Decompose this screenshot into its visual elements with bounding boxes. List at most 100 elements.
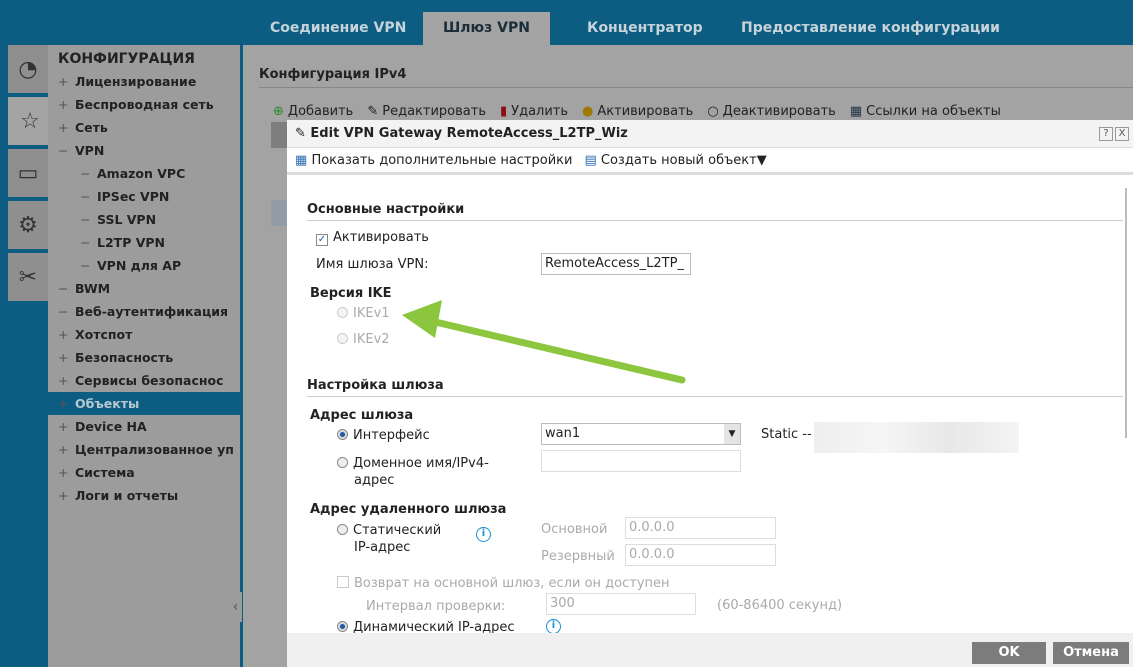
create-object-button[interactable]: ▤ Создать новый объект▼ xyxy=(584,153,766,168)
expand-marker-icon: − xyxy=(80,212,91,227)
sidebar-item[interactable]: − SSL VPN xyxy=(58,208,240,231)
main-toolbar: ⊕ Добавить ✎ Редактировать ▮ Удалить ● Актив… xyxy=(273,100,1133,122)
sidebar-item[interactable]: + Централизованное уп xyxy=(58,438,240,461)
static-ip-radio[interactable]: Статический IP-адрес xyxy=(337,522,441,556)
sidebar-item[interactable]: + Беспроводная сеть xyxy=(58,93,240,116)
domain-radio[interactable]: Доменное имя/IPv4- адрес xyxy=(337,455,489,489)
interval-hint: (60-86400 секунд) xyxy=(717,598,843,613)
add-button[interactable]: ⊕ Добавить xyxy=(273,104,353,119)
tab-config-provisioning[interactable]: Предоставление конфигурации xyxy=(721,12,1020,45)
expand-marker-icon: − xyxy=(58,281,69,296)
deactivate-button[interactable]: ○ Деактивировать xyxy=(707,104,836,119)
sidebar-item-label: Централизованное уп xyxy=(75,442,234,457)
sidebar-item-label: Логи и отчеты xyxy=(75,488,179,503)
sidebar-item[interactable]: + Хотспот xyxy=(58,323,240,346)
sidebar-item-label: IPSec VPN xyxy=(97,189,170,204)
sidebar-item[interactable]: + Лицензирование xyxy=(58,70,240,93)
ikev2-radio[interactable]: IKEv2 xyxy=(337,332,390,347)
object-references-button[interactable]: ▦ Ссылки на объекты xyxy=(850,104,1001,119)
tab-vpn-connection[interactable]: Соединение VPN xyxy=(250,12,426,45)
sidebar-item[interactable]: + Система xyxy=(58,461,240,484)
sidebar-item[interactable]: + Сеть xyxy=(58,116,240,139)
help-button[interactable]: ? xyxy=(1099,127,1113,141)
tab-concentrator[interactable]: Концентратор xyxy=(567,12,723,45)
interval-label: Интервал проверки: xyxy=(366,599,506,614)
ok-button[interactable]: OK xyxy=(972,642,1046,664)
sidebar-item[interactable]: − BWM xyxy=(58,277,240,300)
monitor-icon[interactable]: ▭ xyxy=(8,149,48,197)
collapse-sidebar-button[interactable]: ‹ xyxy=(229,592,242,622)
activate-button[interactable]: ● Активировать xyxy=(582,104,693,119)
interface-radio[interactable]: Интерфейс xyxy=(337,428,430,443)
sidebar-item-label: L2TP VPN xyxy=(97,235,165,250)
sidebar-item[interactable]: + Безопасность xyxy=(58,346,240,369)
sidebar-item[interactable]: − IPSec VPN xyxy=(58,185,240,208)
interval-input[interactable]: 300 xyxy=(546,593,696,615)
sidebar-item[interactable]: − VPN для AP xyxy=(58,254,240,277)
sidebar-item-label: Беспроводная сеть xyxy=(75,97,214,112)
sidebar: КОНФИГУРАЦИЯ + Лицензирование + Беспроводна… xyxy=(48,45,240,667)
sidebar-item[interactable]: + Объекты xyxy=(48,392,240,415)
close-button[interactable]: X xyxy=(1115,127,1129,141)
domain-input[interactable] xyxy=(541,450,741,472)
sidebar-item[interactable]: + Сервисы безопаснос xyxy=(58,369,240,392)
sidebar-item[interactable]: − Веб-аутентификация xyxy=(58,300,240,323)
radio-selected-icon xyxy=(337,621,348,632)
expand-marker-icon: − xyxy=(80,235,91,250)
basic-settings-header: Основные настройки xyxy=(307,202,1123,221)
sidebar-item[interactable]: + Логи и отчеты xyxy=(58,484,240,507)
static-ip-label: Static -- xyxy=(761,427,812,442)
sidebar-item[interactable]: − L2TP VPN xyxy=(58,231,240,254)
expand-marker-icon: + xyxy=(58,120,69,135)
sidebar-item[interactable]: − Amazon VPC xyxy=(58,162,240,185)
sidebar-item-label: Сеть xyxy=(75,120,108,135)
fallback-checkbox[interactable]: Возврат на основной шлюз, если он доступ… xyxy=(337,576,670,591)
expand-marker-icon: − xyxy=(80,189,91,204)
interface-select[interactable]: wan1 ▼ xyxy=(541,423,741,445)
backup-input[interactable]: 0.0.0.0 xyxy=(625,544,776,566)
bulb-on-icon: ● xyxy=(582,103,594,119)
mode-icon-column: ◔ ☆ ▭ ⚙ ✂ xyxy=(8,45,52,305)
sidebar-item-label: Система xyxy=(75,465,135,480)
info-icon[interactable]: i xyxy=(546,619,561,634)
table-icon: ▦ xyxy=(295,152,308,168)
sidebar-item-label: VPN для AP xyxy=(97,258,182,273)
gear-icon[interactable]: ⚙ xyxy=(8,201,48,249)
dashboard-icon[interactable]: ◔ xyxy=(8,45,48,93)
tab-vpn-gateway[interactable]: Шлюз VPN xyxy=(423,12,550,45)
sidebar-item[interactable]: − VPN xyxy=(58,139,240,162)
primary-input[interactable]: 0.0.0.0 xyxy=(625,517,776,539)
edit-icon: ✎ xyxy=(367,103,379,119)
edit-button[interactable]: ✎ Редактировать xyxy=(367,104,486,119)
activate-checkbox[interactable]: ✓ Активировать xyxy=(316,230,429,246)
sidebar-title: КОНФИГУРАЦИЯ xyxy=(58,51,195,67)
show-advanced-button[interactable]: ▦ Показать дополнительные настройки xyxy=(295,153,572,168)
dialog-footer: OK Отмена xyxy=(287,633,1133,667)
expand-marker-icon: + xyxy=(58,350,69,365)
sidebar-item-label: Объекты xyxy=(75,396,140,411)
expand-marker-icon: − xyxy=(80,258,91,273)
info-icon[interactable]: i xyxy=(476,527,491,542)
scrollbar[interactable] xyxy=(1125,188,1127,438)
expand-marker-icon: − xyxy=(58,304,69,319)
expand-marker-icon: + xyxy=(58,488,69,503)
cancel-button[interactable]: Отмена xyxy=(1053,642,1129,664)
sidebar-item-label: BWM xyxy=(75,281,111,296)
checkbox-checked-icon: ✓ xyxy=(316,234,328,246)
sidebar-item-label: Хотспот xyxy=(75,327,133,342)
expand-marker-icon: + xyxy=(58,396,69,411)
sidebar-item[interactable]: + Device HA xyxy=(58,415,240,438)
configuration-wand-icon[interactable]: ☆ xyxy=(8,97,52,145)
maintenance-tools-icon[interactable]: ✂ xyxy=(8,253,48,301)
expand-marker-icon: + xyxy=(58,419,69,434)
expand-marker-icon: − xyxy=(80,166,91,181)
delete-button[interactable]: ▮ Удалить xyxy=(500,104,568,119)
expand-marker-icon: − xyxy=(58,143,69,158)
ikev1-radio[interactable]: IKEv1 xyxy=(337,306,390,321)
gateway-name-input[interactable]: RemoteAccess_L2TP_ xyxy=(541,253,691,275)
blurred-ip xyxy=(814,422,1019,453)
gateway-address-label: Адрес шлюза xyxy=(310,408,414,423)
radio-icon xyxy=(337,457,348,468)
edit-icon: ✎ xyxy=(295,126,311,141)
bulb-off-icon: ○ xyxy=(707,103,719,119)
